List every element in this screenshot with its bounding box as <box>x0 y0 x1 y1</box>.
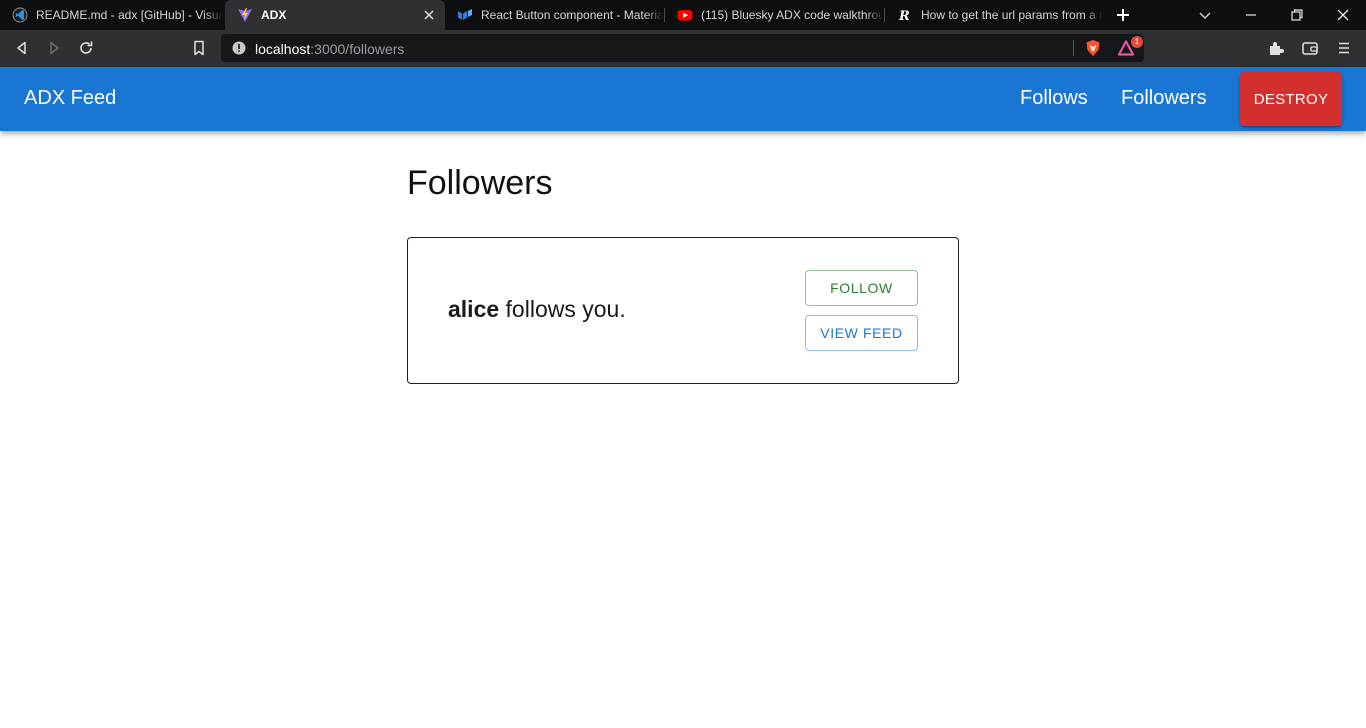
app-brand[interactable]: ADX Feed <box>24 87 116 110</box>
bookmark-icon[interactable] <box>190 39 208 57</box>
url-text: localhost:3000/followers <box>255 41 405 57</box>
view-feed-button[interactable]: View feed <box>805 315 918 351</box>
browser-tab-strip: README.md - adx [GitHub] - Visual Studio… <box>0 0 1366 30</box>
follower-suffix: follows you. <box>499 296 626 322</box>
tab-remix[interactable]: R How to get the url params from a route <box>885 0 1103 30</box>
forward-icon[interactable] <box>45 39 63 57</box>
restore-icon[interactable] <box>1287 5 1307 25</box>
svg-text:R: R <box>898 9 910 23</box>
close-window-icon[interactable] <box>1333 5 1353 25</box>
destroy-button[interactable]: Destroy <box>1240 72 1342 126</box>
nav-followers-link[interactable]: Followers <box>1121 87 1207 110</box>
tab-adx[interactable]: ADX <box>225 0 445 30</box>
menu-icon[interactable] <box>1335 39 1353 57</box>
mui-icon <box>457 7 473 23</box>
site-info-icon[interactable] <box>231 40 247 56</box>
tab-vscode[interactable]: README.md - adx [GitHub] - Visual Studio… <box>0 0 222 30</box>
app-bar: ADX Feed Follows Followers Destroy <box>0 67 1366 131</box>
tab-mui[interactable]: React Button component - Material UI <box>445 0 663 30</box>
tab-title: React Button component - Material UI <box>481 8 663 22</box>
tab-title: (115) Bluesky ADX code walkthrough <box>701 8 883 22</box>
follow-button[interactable]: Follow <box>805 270 918 306</box>
vite-icon <box>237 7 253 23</box>
tab-title: How to get the url params from a route <box>921 8 1103 22</box>
reload-icon[interactable] <box>77 39 95 57</box>
follower-name: alice <box>448 296 500 322</box>
back-icon[interactable] <box>13 39 31 57</box>
page-title: Followers <box>407 164 553 202</box>
brave-shields-icon[interactable] <box>1084 39 1102 57</box>
youtube-icon <box>677 7 693 23</box>
minimize-icon[interactable] <box>1241 5 1261 25</box>
tab-title: README.md - adx [GitHub] - Visual Studio… <box>36 8 222 22</box>
rewards-badge: 1 <box>1131 36 1143 48</box>
address-bar[interactable]: localhost:3000/followers 1 <box>221 34 1144 62</box>
wallet-icon[interactable] <box>1301 39 1319 57</box>
browser-toolbar: localhost:3000/followers 1 <box>0 30 1366 67</box>
nav-follows-link[interactable]: Follows <box>1020 87 1088 110</box>
remix-icon: R <box>897 7 913 23</box>
new-tab-icon[interactable] <box>1113 5 1133 25</box>
tab-youtube[interactable]: (115) Bluesky ADX code walkthrough <box>665 0 883 30</box>
close-tab-icon[interactable] <box>421 7 437 23</box>
tab-search-chevron-icon[interactable] <box>1195 5 1215 25</box>
extensions-icon[interactable] <box>1267 39 1285 57</box>
vscode-icon <box>12 7 28 23</box>
follower-card: alice follows you. Follow View feed <box>407 237 959 384</box>
follower-text: alice follows you. <box>448 296 626 323</box>
tab-title: ADX <box>261 8 287 22</box>
